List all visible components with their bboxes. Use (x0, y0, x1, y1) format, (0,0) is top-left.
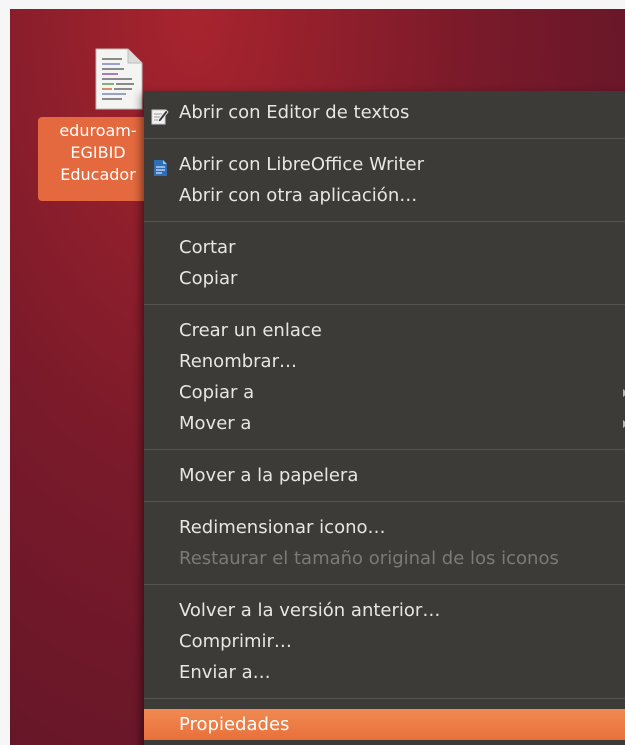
menu-item-label: Volver a la versión anterior… (179, 600, 441, 621)
menu-separator (144, 304, 625, 305)
menu-item-copy-to[interactable]: Copiar a (144, 377, 625, 408)
text-file-icon[interactable] (92, 47, 144, 111)
menu-item-label: Abrir con LibreOffice Writer (179, 154, 425, 175)
menu-item-properties[interactable]: Propiedades (144, 709, 625, 740)
menu-item-label: Copiar (179, 268, 238, 289)
menu-separator (144, 584, 625, 585)
menu-item-label: Enviar a… (179, 662, 271, 683)
menu-separator (144, 449, 625, 450)
libreoffice-writer-icon (151, 156, 169, 176)
file-label[interactable]: eduroam- EGIBID Educador (38, 117, 158, 201)
menu-item-label: Cortar (179, 237, 236, 258)
menu-item-label: Abrir con otra aplicación… (179, 185, 418, 206)
menu-item-label: Crear un enlace (179, 320, 322, 341)
menu-item-label: Abrir con Editor de textos (179, 102, 410, 123)
menu-item-move-to-trash[interactable]: Mover a la papelera (144, 460, 625, 491)
menu-item-restore-icon-size: Restaurar el tamaño original de los icon… (144, 543, 625, 574)
menu-item-compress[interactable]: Comprimir… (144, 626, 625, 657)
menu-separator (144, 221, 625, 222)
menu-separator (144, 501, 625, 502)
menu-item-resize-icon[interactable]: Redimensionar icono… (144, 512, 625, 543)
menu-item-label: Comprimir… (179, 631, 292, 652)
menu-item-rename[interactable]: Renombrar… (144, 346, 625, 377)
menu-item-label: Mover a (179, 413, 252, 434)
menu-item-label: Copiar a (179, 382, 255, 403)
menu-item-label: Redimensionar icono… (179, 517, 386, 538)
menu-item-open-other-app[interactable]: Abrir con otra aplicación… (144, 180, 625, 211)
file-label-line: Educador (60, 165, 136, 184)
menu-item-send-to[interactable]: Enviar a… (144, 657, 625, 688)
menu-item-revert-version[interactable]: Volver a la versión anterior… (144, 595, 625, 626)
text-editor-icon (151, 104, 169, 125)
menu-item-label: Mover a la papelera (179, 465, 359, 486)
menu-item-cut[interactable]: Cortar (144, 232, 625, 263)
menu-item-create-link[interactable]: Crear un enlace (144, 315, 625, 346)
menu-item-open-text-editor[interactable]: Abrir con Editor de textos (144, 97, 625, 128)
menu-separator (144, 138, 625, 139)
menu-item-copy[interactable]: Copiar (144, 263, 625, 294)
file-label-line: EGIBID (70, 143, 126, 162)
menu-item-label: Propiedades (179, 714, 290, 735)
menu-item-label: Restaurar el tamaño original de los icon… (179, 548, 559, 569)
menu-item-open-libreoffice-writer[interactable]: Abrir con LibreOffice Writer (144, 149, 625, 180)
menu-item-label: Renombrar… (179, 351, 297, 372)
desktop: eduroam- EGIBID Educador Abrir con Edito… (10, 9, 625, 745)
file-label-line: eduroam- (59, 121, 137, 140)
context-menu: Abrir con Editor de textos Abrir con Lib… (144, 91, 625, 745)
menu-item-move-to[interactable]: Mover a (144, 408, 625, 439)
menu-separator (144, 698, 625, 699)
